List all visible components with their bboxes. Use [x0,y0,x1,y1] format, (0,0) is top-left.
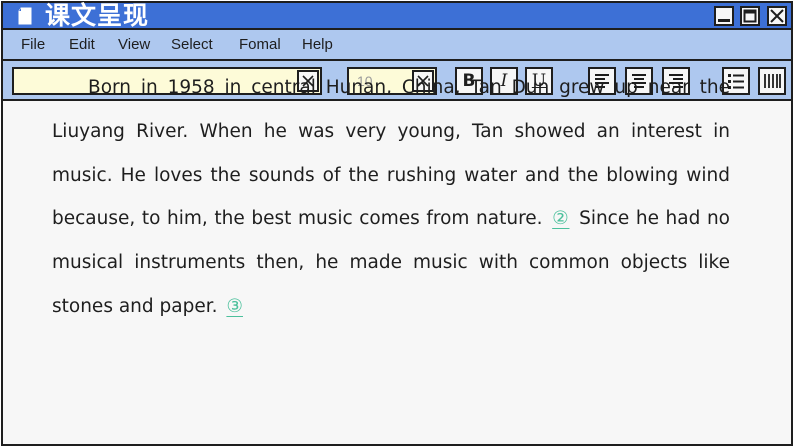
columns-icon [764,74,781,88]
menu-file[interactable]: File [21,30,45,59]
menu-edit[interactable]: Edit [69,30,95,59]
maximize-button[interactable] [740,6,760,26]
menu-view[interactable]: View [118,30,150,59]
menu-select[interactable]: Select [171,30,213,59]
document-icon [18,7,32,25]
columns-button[interactable] [758,67,786,95]
document-text[interactable]: Born in 1958 in central Hunan, China, Ta… [52,66,730,329]
minimize-button[interactable] [714,6,734,26]
blank-marker-2: ② [552,208,570,230]
menu-bar: File Edit View Select Fomal Help [3,30,791,61]
menu-help[interactable]: Help [302,30,333,59]
menu-format[interactable]: Fomal [239,30,281,59]
blank-marker-3: ③ [226,295,243,317]
title-bar[interactable]: 课文呈现 [3,1,791,30]
close-icon [770,9,784,23]
minimize-icon [718,19,730,22]
maximize-icon [743,9,757,23]
window-title: 课文呈现 [45,1,150,30]
paragraph-text-1: Born in 1958 in central Hunan, China, Ta… [52,77,730,230]
close-button[interactable] [767,6,787,26]
